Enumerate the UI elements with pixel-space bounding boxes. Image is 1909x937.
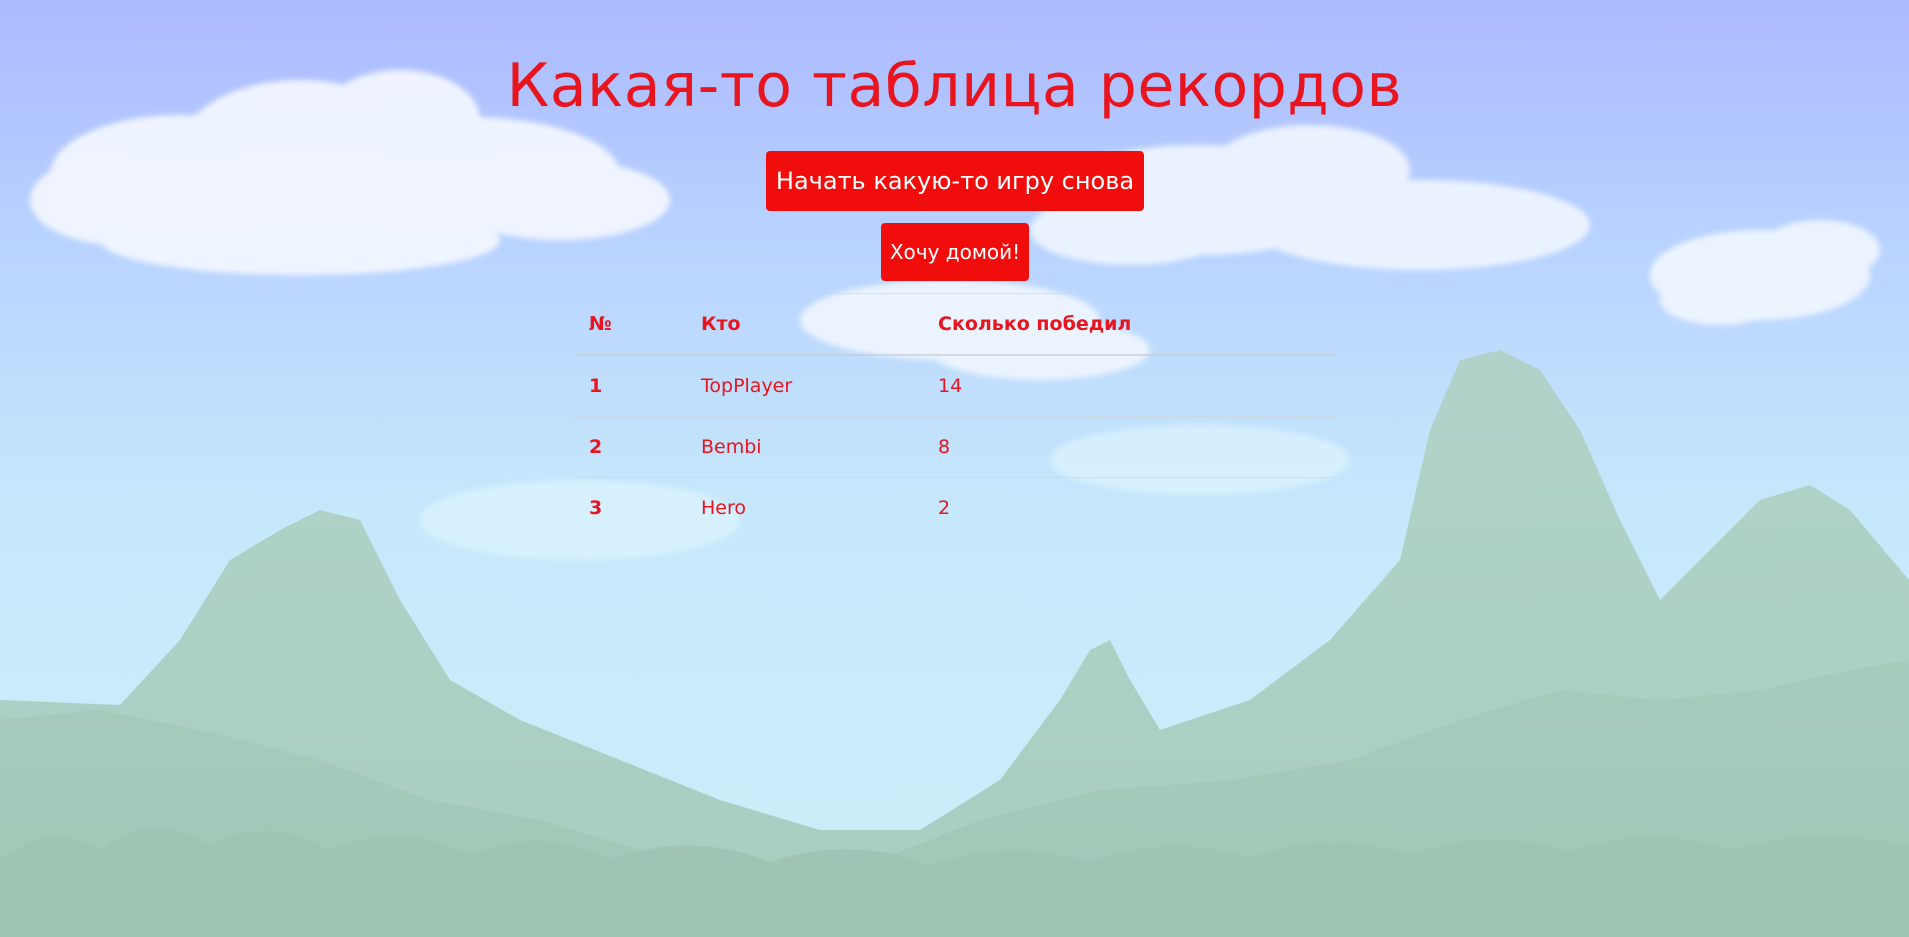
table-body: 1 TopPlayer 14 2 Bembi 8 3 Hero 2 (575, 354, 1336, 538)
table-header-row: № Кто Сколько победил (575, 293, 1336, 356)
restart-game-button[interactable]: Начать какую-то игру снова (766, 151, 1144, 211)
wins-cell: 14 (924, 354, 1336, 417)
player-name-cell: TopPlayer (687, 354, 924, 417)
player-name-cell: Bembi (687, 416, 924, 478)
column-header-wins: Сколько победил (924, 293, 1336, 356)
wins-cell: 8 (924, 416, 1336, 478)
player-name-cell: Hero (687, 477, 924, 538)
records-table: № Кто Сколько победил 1 TopPlayer 14 2 B… (575, 293, 1336, 538)
page-title: Какая-то таблица рекордов (506, 51, 1403, 121)
rank-cell: 1 (575, 354, 687, 417)
table-row: 2 Bembi 8 (575, 416, 1336, 478)
rank-cell: 2 (575, 416, 687, 478)
column-header-name: Кто (687, 293, 924, 356)
table-row: 3 Hero 2 (575, 477, 1336, 538)
rank-cell: 3 (575, 477, 687, 538)
table-header: № Кто Сколько победил (575, 293, 1336, 356)
wins-cell: 2 (924, 477, 1336, 538)
go-home-button[interactable]: Хочу домой! (881, 223, 1029, 281)
column-header-rank: № (575, 293, 687, 356)
table-row: 1 TopPlayer 14 (575, 354, 1336, 417)
